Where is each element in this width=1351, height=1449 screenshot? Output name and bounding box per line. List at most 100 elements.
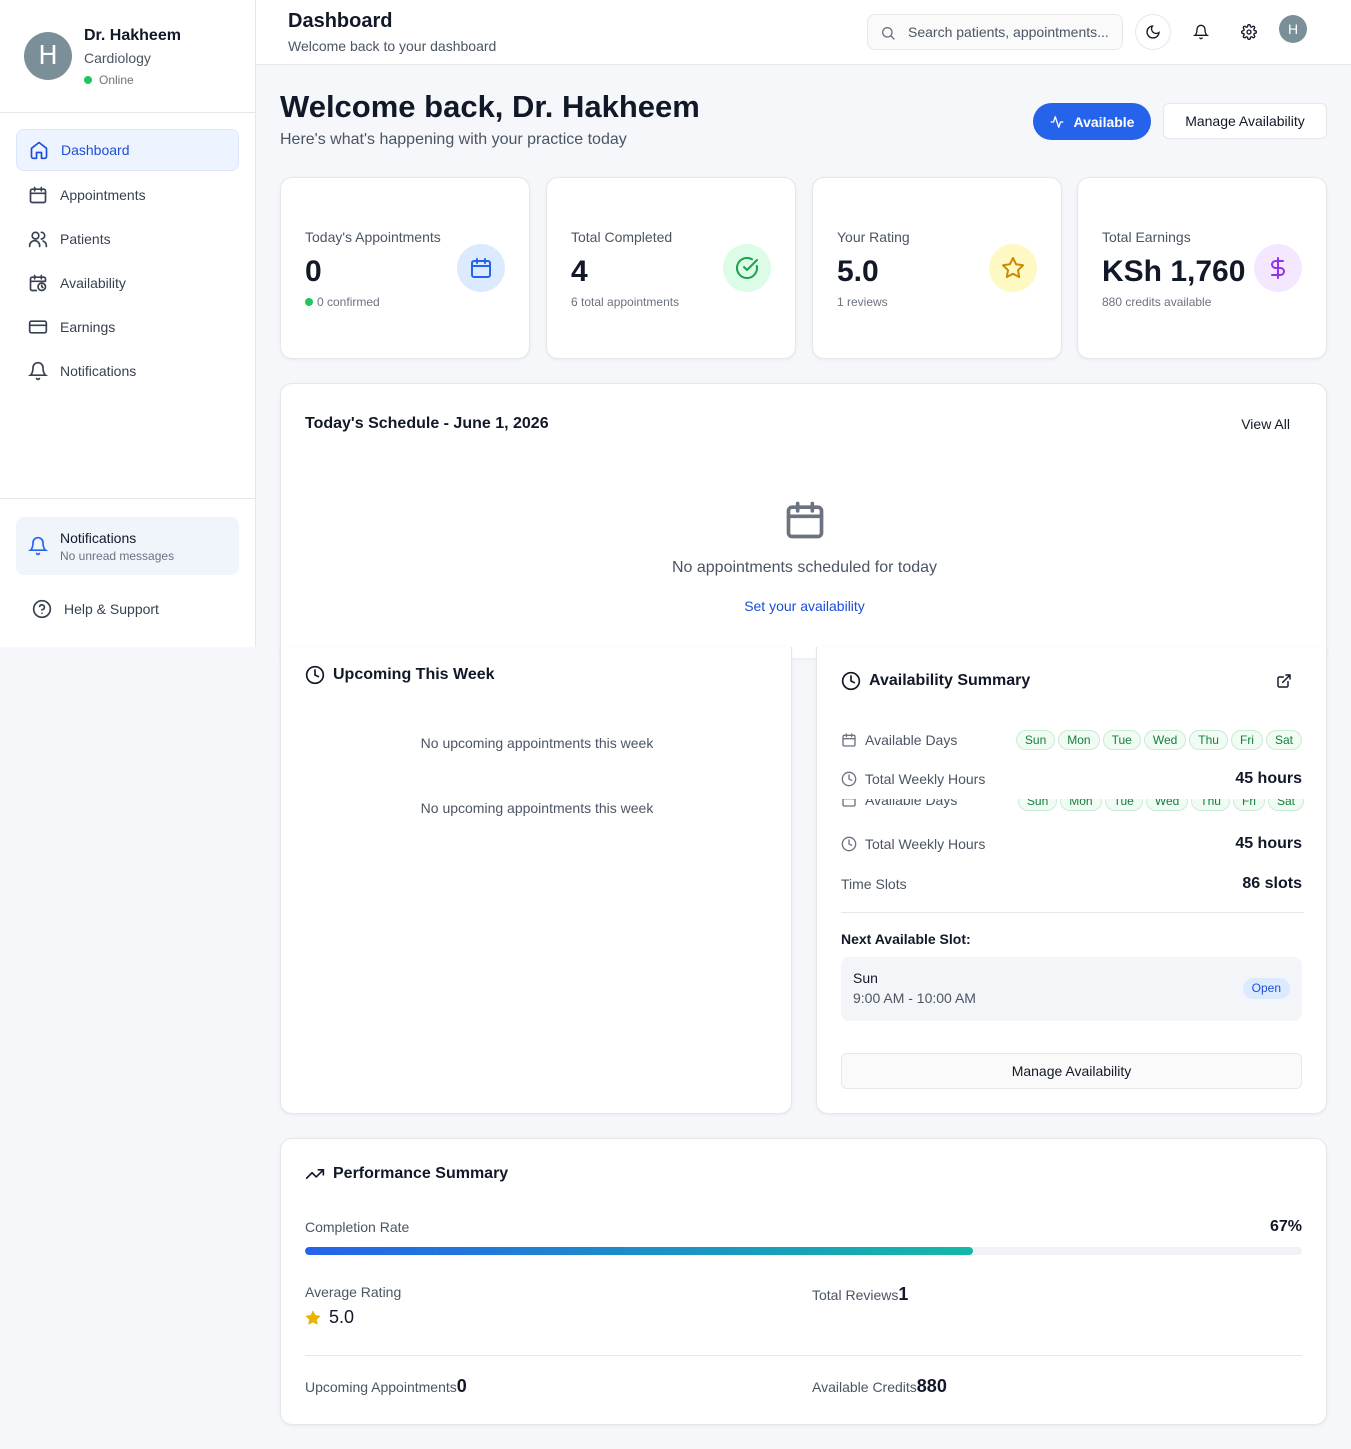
profile-section: H Dr. Hakheem Cardiology Online [0, 0, 255, 113]
stat-value: 0 [305, 255, 322, 288]
bell-icon [28, 536, 48, 556]
weekly-hours-label: Total Weekly Hours [865, 771, 986, 787]
day-pill-wed: Wed [1143, 730, 1187, 750]
day-pill-wed: Wed [1145, 799, 1189, 811]
avatar[interactable]: H [24, 32, 72, 80]
trending-up-icon [305, 1169, 325, 1179]
welcome-title: Welcome back, Dr. Hakheem [280, 89, 700, 124]
sidebar-item-earnings[interactable]: Earnings [16, 306, 239, 348]
sidebar-item-appointments[interactable]: Appointments [16, 174, 239, 216]
available-credits-stat: Available Credits 880 [812, 1376, 947, 1397]
user-avatar[interactable]: H [1279, 15, 1307, 43]
gear-icon [1241, 24, 1257, 40]
completion-progress-fill [305, 1247, 973, 1255]
available-days-label: Available Days [865, 799, 958, 808]
day-pill-mon: Mon [1060, 799, 1102, 811]
time-slots-value: 86 slots [1242, 875, 1302, 892]
sidebar-item-label: Availability [60, 275, 126, 291]
home-icon [30, 141, 48, 160]
day-pill-sun: Sun [1017, 799, 1058, 811]
schedule-title: Today's Schedule - June 1, 2026 [305, 415, 549, 432]
external-link-icon[interactable] [1276, 673, 1292, 689]
star-icon [1002, 257, 1024, 278]
completion-progress-track [305, 1247, 1302, 1255]
stat-value: 5.0 [837, 255, 879, 288]
stat-value: 4 [571, 255, 588, 288]
welcome-subtitle: Here's what's happening with your practi… [280, 131, 627, 148]
day-pills: Sun Mon Tue Wed Thu Fri Sat [1013, 730, 1302, 750]
availability-title: Availability Summary [841, 671, 1030, 691]
weekly-hours-value: 45 hours [1235, 835, 1302, 852]
notifications-card[interactable]: Notifications No unread messages [16, 517, 239, 575]
divider [305, 1355, 1302, 1356]
sidebar-footer: Notifications No unread messages Help & … [0, 498, 255, 647]
calendar-icon [471, 258, 491, 278]
set-availability-link: Set your availability [281, 598, 1328, 614]
clock-icon [841, 836, 857, 852]
sidebar-item-label: Appointments [60, 187, 146, 203]
stat-icon-wrap [1254, 244, 1302, 292]
help-label: Help & Support [64, 601, 159, 617]
manage-availability-button[interactable]: Manage Availability [1163, 103, 1327, 139]
clock-icon [841, 771, 857, 787]
total-reviews-value: 1 [898, 1284, 909, 1304]
view-all-button[interactable]: View All [1241, 416, 1290, 432]
search-box [867, 14, 1123, 50]
set-availability-link-text[interactable]: Set your availability [744, 598, 865, 614]
doctor-specialty: Cardiology [84, 50, 151, 66]
sidebar-item-label: Patients [60, 231, 111, 247]
day-pill-tue: Tue [1102, 730, 1141, 750]
weekly-hours-row: Total Weekly Hours [841, 771, 985, 787]
day-pill-sun: Sun [1015, 730, 1056, 750]
search-input[interactable] [908, 15, 1108, 49]
stat-label: Your Rating [837, 229, 910, 245]
upcoming-week-card: Upcoming This Week No upcoming appointme… [280, 647, 792, 1114]
upcoming-empty-text: No upcoming appointments this week [420, 800, 654, 816]
stat-note-text: 0 confirmed [317, 295, 380, 309]
help-circle-icon [32, 599, 52, 619]
help-support-link[interactable]: Help & Support [32, 599, 159, 619]
stat-note: 0 confirmed [305, 295, 380, 309]
performance-summary-card: Performance Summary Completion Rate 67% … [280, 1138, 1327, 1425]
sidebar-item-patients[interactable]: Patients [16, 218, 239, 260]
stat-value: KSh 1,760 [1102, 255, 1246, 288]
available-days-label: Available Days [865, 732, 958, 748]
check-circle-icon [736, 256, 758, 279]
duplicate-days-row-clip: Available Days Sun Mon Tue Wed Thu Fri S… [817, 799, 1326, 813]
settings-button[interactable] [1231, 14, 1267, 50]
manage-availability-button[interactable]: Manage Availability [841, 1053, 1302, 1089]
top-header: Dashboard Welcome back to your dashboard… [256, 0, 1351, 65]
next-slot-box: Sun 9:00 AM - 10:00 AM Open [841, 957, 1302, 1021]
star-icon [305, 1310, 321, 1324]
sidebar-item-label: Earnings [60, 319, 116, 335]
online-status: Online [84, 73, 134, 87]
day-pill-tue: Tue [1104, 799, 1143, 811]
calendar-icon [29, 186, 47, 204]
theme-toggle-button[interactable] [1135, 14, 1171, 50]
upcoming-appointments-value: 0 [456, 1376, 467, 1396]
stat-label: Total Earnings [1102, 229, 1191, 245]
next-slot-day: Sun [853, 970, 878, 986]
notifications-card-title: Notifications [60, 530, 137, 546]
average-rating: 5.0 [305, 1307, 354, 1328]
calendar-icon [842, 799, 856, 807]
available-label: Available [1073, 113, 1135, 130]
available-status-button[interactable]: Available [1033, 103, 1151, 140]
bell-icon [1193, 24, 1209, 40]
sidebar-item-dashboard[interactable]: Dashboard [16, 129, 239, 171]
sidebar-item-availability[interactable]: Availability [16, 262, 239, 304]
stat-icon-wrap [989, 244, 1037, 292]
sidebar-item-label: Notifications [60, 363, 137, 379]
performance-title: Performance Summary [305, 1164, 508, 1184]
weekly-hours-label: Total Weekly Hours [865, 836, 986, 852]
calendar-clock-icon [29, 274, 47, 292]
average-rating-label: Average Rating [305, 1284, 402, 1300]
day-pill-fri: Fri [1230, 730, 1263, 750]
credit-card-icon [28, 320, 48, 334]
notifications-button[interactable] [1183, 14, 1219, 50]
upcoming-appointments-stat: Upcoming Appointments 0 [305, 1376, 467, 1397]
clock-icon [305, 665, 325, 685]
sidebar-item-notifications[interactable]: Notifications [16, 350, 239, 392]
stat-icon-wrap [723, 244, 771, 292]
next-slot-label: Next Available Slot: [841, 931, 971, 947]
